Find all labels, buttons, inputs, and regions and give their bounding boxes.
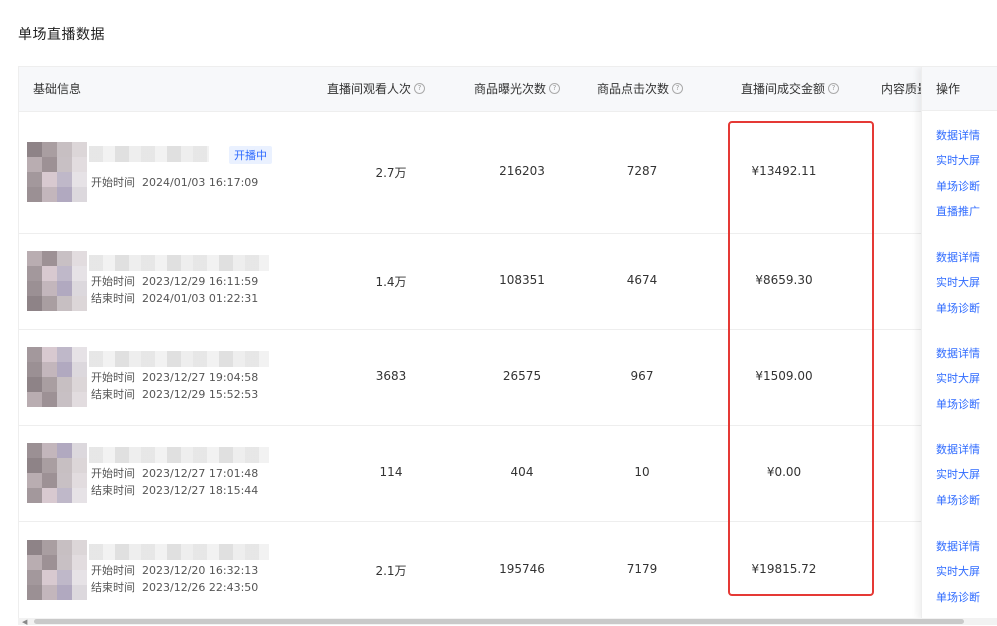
end-time-value: 2023/12/26 22:43:50 [142, 581, 259, 594]
col-header-gmv[interactable]: 直播间成交金额? [741, 67, 840, 111]
op-link[interactable]: 实时大屏 [936, 563, 980, 579]
start-time: 开始时间 2024/01/03 16:17:09 [91, 174, 258, 190]
question-circle-icon[interactable]: ? [549, 83, 561, 94]
start-time-value: 2023/12/27 17:01:48 [142, 467, 259, 480]
end-time-label: 结束时间 [91, 292, 135, 305]
live-cover-thumbnail[interactable] [27, 443, 87, 503]
end-time: 结束时间 2023/12/26 22:43:50 [91, 579, 258, 595]
op-link[interactable]: 数据详情 [936, 538, 980, 554]
op-link[interactable]: 数据详情 [936, 345, 980, 361]
end-time-label: 结束时间 [91, 581, 135, 594]
end-time-label: 结束时间 [91, 388, 135, 401]
table-row: 开始时间 2023/12/29 16:11:59 结束时间 2024/01/03 … [19, 233, 997, 330]
start-time: 开始时间 2023/12/27 17:01:48 [91, 465, 258, 481]
cell-clicks: 4674 [626, 273, 658, 287]
cell-exposures: 216203 [499, 164, 545, 178]
start-time-value: 2023/12/27 19:04:58 [142, 371, 259, 384]
col-header-info: 基础信息 [33, 82, 82, 96]
op-link[interactable]: 直播推广 [936, 203, 980, 219]
start-time: 开始时间 2023/12/20 16:32:13 [91, 562, 258, 578]
op-link[interactable]: 实时大屏 [936, 466, 980, 482]
op-link[interactable]: 数据详情 [936, 249, 980, 265]
start-time-label: 开始时间 [91, 467, 135, 480]
start-time-label: 开始时间 [91, 275, 135, 288]
op-link[interactable]: 单场诊断 [936, 589, 980, 605]
op-link[interactable]: 实时大屏 [936, 274, 980, 290]
live-title-redacted [89, 544, 269, 560]
live-title-redacted [89, 146, 209, 162]
live-title-redacted [89, 255, 269, 271]
question-circle-icon[interactable]: ? [828, 83, 840, 94]
table-row: 开始时间 2023/12/27 19:04:58 结束时间 2023/12/29 … [19, 329, 997, 426]
cell-viewers: 3683 [375, 369, 407, 383]
col-header-ops: 操作 [922, 67, 997, 111]
op-link[interactable]: 数据详情 [936, 127, 980, 143]
start-time-value: 2023/12/20 16:32:13 [142, 564, 259, 577]
op-link[interactable]: 单场诊断 [936, 492, 980, 508]
cell-exposures: 195746 [499, 562, 545, 576]
live-title-redacted [89, 447, 269, 463]
cell-viewers: 2.1万 [375, 564, 407, 578]
col-header-exposures[interactable]: 商品曝光次数? [474, 67, 561, 111]
op-link[interactable]: 单场诊断 [936, 396, 980, 412]
cell-clicks: 7287 [626, 164, 658, 178]
live-session-table: 基础信息 直播间观看人次? 商品曝光次数? 商品点击次数? 直播间成交金额? 内… [18, 66, 997, 619]
start-time-value: 2024/01/03 16:17:09 [142, 176, 259, 189]
col-header-viewers[interactable]: 直播间观看人次? [327, 67, 426, 111]
cell-gmv: ¥1509.00 [755, 369, 813, 383]
operations-column: 操作 数据详情 实时大屏 单场诊断 直播推广 数据详情 实时大屏 单场诊断 数据详情 实时大屏单… [921, 67, 997, 619]
cell-gmv: ¥0.00 [766, 465, 802, 479]
live-title-redacted [89, 351, 269, 367]
start-time-value: 2023/12/29 16:11:59 [142, 275, 259, 288]
cell-exposures: 404 [510, 465, 534, 479]
cell-gmv: ¥8659.30 [755, 273, 813, 287]
start-time-label: 开始时间 [91, 371, 135, 384]
start-time-label: 开始时间 [91, 564, 135, 577]
cell-exposures: 26575 [502, 369, 542, 383]
question-circle-icon[interactable]: ? [414, 83, 426, 94]
table-row: 开始时间 2023/12/20 16:32:13 结束时间 2023/12/26 … [19, 521, 997, 619]
op-link[interactable]: 数据详情 [936, 441, 980, 457]
end-time-label: 结束时间 [91, 484, 135, 497]
start-time: 开始时间 2023/12/29 16:11:59 [91, 273, 258, 289]
table-row: 开播中开始时间 2024/01/03 16:17:09 2.7万 216203 728… [19, 111, 997, 234]
op-link[interactable]: 单场诊断 [936, 300, 980, 316]
end-time-value: 2024/01/03 01:22:31 [142, 292, 259, 305]
op-link[interactable]: 实时大屏 [936, 370, 980, 386]
live-status-badge: 开播中 [229, 146, 272, 164]
end-time: 结束时间 2024/01/03 01:22:31 [91, 290, 258, 306]
col-header-clicks[interactable]: 商品点击次数? [597, 67, 684, 111]
cell-exposures: 108351 [499, 273, 545, 287]
live-cover-thumbnail[interactable] [27, 540, 87, 600]
end-time-value: 2023/12/29 15:52:53 [142, 388, 259, 401]
end-time-value: 2023/12/27 18:15:44 [142, 484, 259, 497]
cell-clicks: 7179 [626, 562, 658, 576]
live-cover-thumbnail[interactable] [27, 251, 87, 311]
scrollbar-thumb[interactable] [34, 619, 964, 624]
op-link[interactable]: 单场诊断 [936, 178, 980, 194]
table-header: 基础信息 直播间观看人次? 商品曝光次数? 商品点击次数? 直播间成交金额? 内… [19, 67, 997, 112]
op-link[interactable]: 实时大屏 [936, 152, 980, 168]
cell-gmv: ¥13492.11 [751, 164, 817, 178]
end-time: 结束时间 2023/12/27 18:15:44 [91, 482, 258, 498]
horizontal-scrollbar[interactable]: ◀ [18, 618, 997, 626]
page-title: 单场直播数据 [18, 27, 105, 43]
start-time-label: 开始时间 [91, 176, 135, 189]
end-time: 结束时间 2023/12/29 15:52:53 [91, 386, 258, 402]
cell-viewers: 114 [379, 465, 403, 479]
table-row: 开始时间 2023/12/27 17:01:48 结束时间 2023/12/27 … [19, 425, 997, 522]
cell-gmv: ¥19815.72 [751, 562, 817, 576]
cell-clicks: 967 [630, 369, 654, 383]
cell-viewers: 2.7万 [375, 166, 407, 180]
question-circle-icon[interactable]: ? [672, 83, 684, 94]
cell-viewers: 1.4万 [375, 275, 407, 289]
live-cover-thumbnail[interactable] [27, 347, 87, 407]
cell-clicks: 10 [634, 465, 650, 479]
live-cover-thumbnail[interactable] [27, 142, 87, 202]
start-time: 开始时间 2023/12/27 19:04:58 [91, 369, 258, 385]
